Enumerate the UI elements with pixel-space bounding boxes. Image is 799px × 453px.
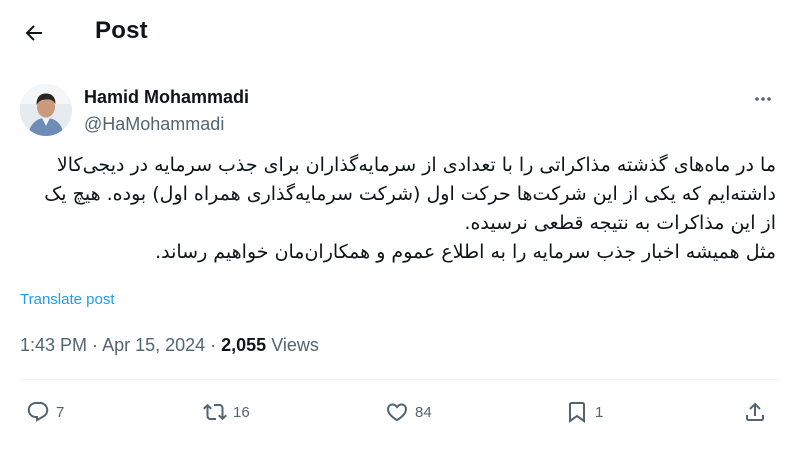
post-text-paragraph: مثل همیشه اخبار جذب سرمایه را به اطلاع ع… <box>155 241 776 263</box>
heart-icon <box>386 403 408 422</box>
like-button[interactable]: 84 <box>385 396 432 428</box>
views-count: 2,055 <box>221 335 267 355</box>
repost-count: 16 <box>233 403 250 421</box>
share-icon <box>746 402 764 421</box>
repost-icon <box>203 403 227 421</box>
arrow-left-icon <box>25 25 42 41</box>
more-dots-icon <box>755 97 771 101</box>
post-time[interactable]: 1:43 PM <box>20 335 87 355</box>
meta-separator: · <box>205 335 222 355</box>
reply-button[interactable]: 7 <box>26 396 64 428</box>
divider <box>20 379 780 380</box>
views-label: Views <box>266 335 319 355</box>
post-date[interactable]: Apr 15, 2024 <box>102 335 205 355</box>
share-button[interactable] <box>743 396 767 428</box>
back-button[interactable] <box>14 13 54 53</box>
like-count: 84 <box>415 403 432 421</box>
reply-count: 7 <box>56 403 65 421</box>
post-text: ما در ماه‌های گذشته مذاکراتی را با تعداد… <box>30 151 776 267</box>
header-bar: Post <box>0 0 799 66</box>
avatar[interactable] <box>20 84 72 136</box>
post-text-paragraph: ما در ماه‌های گذشته مذاکراتی را با تعداد… <box>44 154 776 234</box>
meta-separator: · <box>87 335 103 355</box>
page-title: Post <box>95 17 148 44</box>
avatar-photo-icon <box>20 84 72 136</box>
repost-button[interactable]: 16 <box>203 396 250 428</box>
translate-post-link[interactable]: Translate post <box>20 291 115 308</box>
bookmark-count: 1 <box>595 403 604 421</box>
reply-icon <box>27 402 49 422</box>
more-options-button[interactable] <box>748 84 778 114</box>
post-meta: 1:43 PM · Apr 15, 2024 · 2,055 Views <box>20 335 319 356</box>
author-handle[interactable]: @HaMohammadi <box>84 114 224 135</box>
author-name[interactable]: Hamid Mohammadi <box>84 87 249 108</box>
bookmark-button[interactable]: 1 <box>565 396 603 428</box>
bookmark-icon <box>569 402 585 423</box>
